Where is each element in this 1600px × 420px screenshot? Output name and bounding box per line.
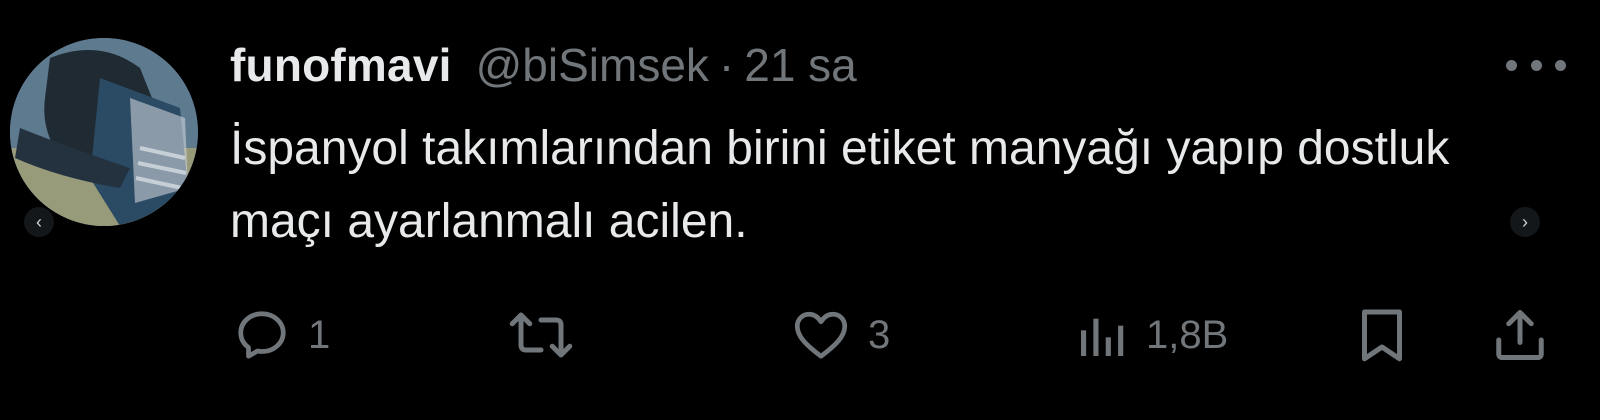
action-bar: 1 3 1,8B: [0, 300, 1600, 370]
timestamp[interactable]: 21 sa: [744, 38, 857, 92]
tweet-card[interactable]: funofmavi @biSimsek · 21 sa İspanyol tak…: [0, 0, 1600, 420]
tweet-header: funofmavi @biSimsek · 21 sa: [230, 38, 857, 100]
like-count: 3: [868, 312, 891, 357]
bookmark-button[interactable]: [1352, 300, 1412, 370]
reply-icon: [238, 311, 286, 359]
like-button[interactable]: 3: [790, 300, 890, 370]
more-icon[interactable]: [1506, 50, 1566, 80]
share-icon: [1496, 310, 1544, 360]
avatar[interactable]: [10, 38, 198, 226]
avatar-image: [10, 38, 198, 226]
more-dot: [1506, 59, 1517, 71]
view-count: 1,8B: [1146, 312, 1229, 357]
user-handle[interactable]: @biSimsek: [476, 38, 709, 92]
next-button[interactable]: ›: [1510, 207, 1540, 237]
bookmark-icon: [1362, 309, 1402, 362]
share-button[interactable]: [1490, 300, 1550, 370]
heart-icon: [794, 311, 848, 359]
more-dot: [1530, 59, 1542, 71]
views-button[interactable]: 1,8B: [1074, 300, 1228, 370]
more-dot: [1555, 59, 1566, 71]
retweet-icon: [509, 312, 573, 358]
tweet-text: İspanyol takımlarından birini etiket man…: [230, 122, 1450, 248]
retweet-button[interactable]: [508, 300, 590, 370]
reply-count: 1: [308, 312, 331, 357]
prev-button[interactable]: ‹: [24, 207, 54, 237]
reply-button[interactable]: 1: [232, 300, 330, 370]
views-icon: [1081, 318, 1124, 356]
separator-dot: ·: [718, 39, 735, 91]
display-name[interactable]: funofmavi: [230, 38, 452, 92]
